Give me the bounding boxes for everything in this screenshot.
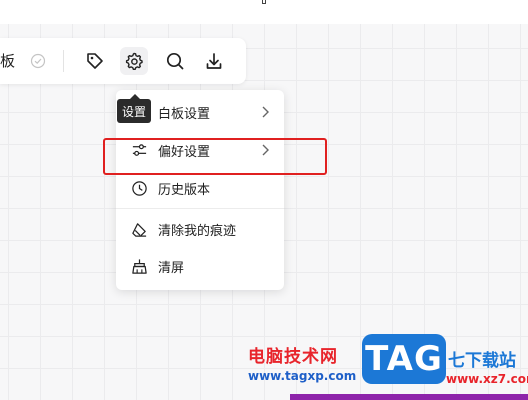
top-bar [0, 0, 528, 24]
watermark-right-url: www.xz7.com [446, 372, 528, 386]
menu-item-clear-my-traces[interactable]: 清除我的痕迹 [116, 211, 284, 247]
watermark-right-text: 七下载站 [448, 351, 516, 371]
search-button[interactable] [161, 47, 189, 75]
watermark-logo: TAG [362, 334, 446, 384]
tag-button[interactable] [81, 47, 109, 75]
menu-divider [116, 208, 284, 209]
menu-item-clear-screen[interactable]: 清屏 [116, 248, 284, 284]
menu-item-label: 清除我的痕迹 [158, 223, 237, 239]
broom-icon [130, 257, 148, 275]
watermark-site-name: 电脑技术网 [248, 347, 338, 367]
download-button[interactable] [200, 47, 228, 75]
bottom-accent-bar [290, 394, 528, 400]
watermark-url: www.tagxp.com [248, 369, 357, 383]
settings-button[interactable] [120, 47, 148, 75]
toolbar: 板 [0, 38, 246, 84]
menu-item-label: 白板设置 [158, 106, 211, 122]
top-caret-mark [262, 0, 266, 4]
annotation-highlight-box [103, 138, 327, 175]
settings-gear-icon [125, 52, 143, 70]
toolbar-divider [63, 50, 64, 72]
menu-item-label: 历史版本 [158, 182, 211, 198]
clock-icon [130, 179, 148, 197]
settings-tooltip: 设置 [117, 94, 151, 123]
download-icon [206, 53, 222, 69]
menu-item-label: 清屏 [158, 260, 185, 276]
search-icon [166, 52, 184, 70]
menu-item-history[interactable]: 历史版本 [116, 170, 284, 206]
tag-icon [87, 53, 103, 69]
chevron-right-icon [262, 106, 269, 118]
eraser-icon [130, 220, 148, 238]
board-title-fragment: 板 [0, 52, 16, 70]
saved-check-icon [30, 53, 46, 69]
tooltip-text: 设置 [121, 104, 146, 119]
watermark-logo-text: TAG [365, 339, 443, 379]
